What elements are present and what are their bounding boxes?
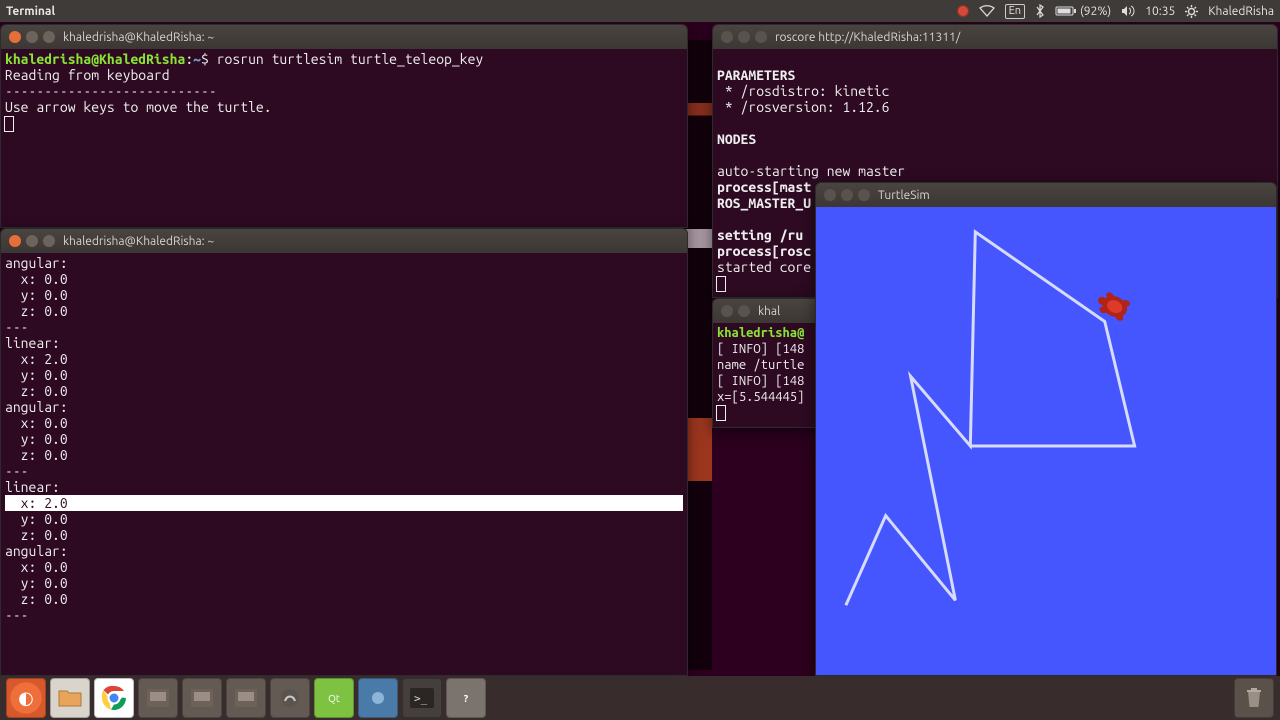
minimize-button[interactable]: [841, 189, 853, 201]
active-app-label: Terminal: [6, 5, 55, 18]
volume-icon[interactable]: [1121, 5, 1135, 17]
titlebar[interactable]: khaledrisha@KhaledRisha: ~: [1, 229, 687, 253]
cursor: [717, 277, 725, 291]
launcher-app-icon[interactable]: [226, 678, 266, 718]
launcher-dash-icon[interactable]: ◐: [6, 678, 46, 718]
titlebar[interactable]: TurtleSim: [816, 183, 1276, 207]
terminal-output[interactable]: angular: x: 0.0 y: 0.0 z: 0.0 --- linear…: [1, 253, 687, 675]
minimize-button[interactable]: [738, 31, 750, 43]
battery-icon[interactable]: (92%): [1055, 5, 1111, 18]
window-title: roscore http://KhaledRisha:11311/: [775, 31, 960, 44]
terminal-window-echo[interactable]: khaledrisha@KhaledRisha: ~ angular: x: 0…: [0, 228, 688, 676]
record-indicator[interactable]: [957, 5, 969, 17]
titlebar[interactable]: khaledrisha@KhaledRisha: ~: [1, 25, 687, 49]
terminal-output[interactable]: khaledrisha@ [ INFO] [148 name /turtle […: [713, 323, 821, 427]
maximize-button[interactable]: [43, 31, 55, 43]
turtlesim-window[interactable]: TurtleSim: [815, 182, 1277, 676]
wifi-icon[interactable]: [979, 5, 995, 17]
indicator-area: En (92%) 10:35 KhaledRisha: [957, 4, 1274, 19]
maximize-button[interactable]: [858, 189, 870, 201]
window-title: TurtleSim: [878, 189, 930, 202]
maximize-button[interactable]: [43, 235, 55, 247]
launcher-terminal-icon[interactable]: >_: [402, 678, 442, 718]
bluetooth-icon[interactable]: [1035, 4, 1045, 18]
window-title: khaledrisha@KhaledRisha: ~: [63, 235, 214, 248]
window-title: khaledrisha@KhaledRisha: ~: [63, 31, 214, 44]
titlebar[interactable]: khal: [713, 299, 821, 323]
terminal-window-turtlesim-node[interactable]: khal khaledrisha@ [ INFO] [148 name /tur…: [712, 298, 822, 428]
launcher-app-icon[interactable]: [182, 678, 222, 718]
launcher-chrome-icon[interactable]: [94, 678, 134, 718]
launcher-app-icon[interactable]: [270, 678, 310, 718]
window-title: khal: [758, 305, 780, 318]
close-button[interactable]: [9, 235, 21, 247]
battery-percent: (92%): [1080, 5, 1111, 18]
terminal-window-teleop[interactable]: khaledrisha@KhaledRisha: ~ khaledrisha@K…: [0, 24, 688, 228]
user-menu[interactable]: KhaledRisha: [1208, 5, 1274, 18]
launcher-trash-icon[interactable]: [1234, 678, 1274, 718]
turtle-path: [816, 207, 1276, 675]
close-button[interactable]: [721, 305, 733, 317]
minimize-button[interactable]: [26, 235, 38, 247]
top-panel: Terminal En (92%) 10:35 KhaledRisha: [0, 0, 1280, 22]
launcher-app-icon[interactable]: [358, 678, 398, 718]
launcher-qt-icon[interactable]: Qt: [314, 678, 354, 718]
close-button[interactable]: [9, 31, 21, 43]
terminal-output[interactable]: khaledrisha@KhaledRisha:~$ rosrun turtle…: [1, 49, 687, 227]
launcher-app-icon[interactable]: [138, 678, 178, 718]
launcher-files-icon[interactable]: [50, 678, 90, 718]
clock[interactable]: 10:35: [1145, 5, 1175, 18]
cursor: [717, 406, 725, 420]
maximize-button[interactable]: [755, 31, 767, 43]
minimize-button[interactable]: [738, 305, 750, 317]
svg-text:>_: >_: [414, 692, 428, 705]
turtlesim-canvas[interactable]: [816, 207, 1276, 675]
gear-icon[interactable]: [1185, 5, 1198, 18]
titlebar[interactable]: roscore http://KhaledRisha:11311/: [713, 25, 1277, 49]
close-button[interactable]: [721, 31, 733, 43]
keyboard-layout-indicator[interactable]: En: [1005, 4, 1025, 19]
close-button[interactable]: [824, 189, 836, 201]
cursor: [5, 117, 13, 131]
minimize-button[interactable]: [26, 31, 38, 43]
unity-launcher: ◐ Qt >_ ?: [0, 676, 1280, 720]
launcher-help-icon[interactable]: ?: [446, 678, 486, 718]
